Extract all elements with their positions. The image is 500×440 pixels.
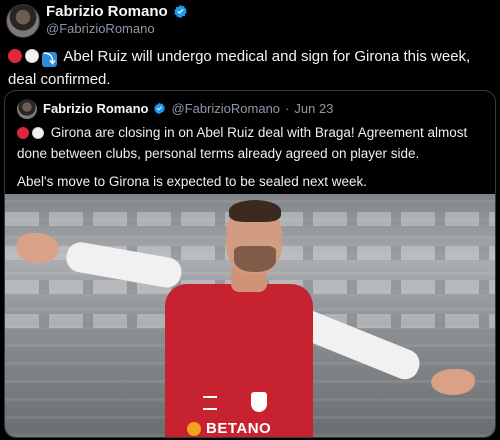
quoted-paragraph-1: Girona are closing in on Abel Ruiz deal … (17, 124, 487, 163)
quoted-author-name[interactable]: Fabrizio Romano (43, 101, 148, 116)
separator-dot: · (285, 101, 290, 116)
author-name-row: Fabrizio Romano (46, 3, 188, 20)
sponsor-text: BETANO (206, 420, 272, 437)
white-circle-icon (32, 126, 44, 145)
quoted-tweet[interactable]: Fabrizio Romano @FabrizioRomano · Jun 23… (4, 90, 496, 438)
tweet-text: ⤵ Abel Ruiz will undergo medical and sig… (8, 46, 494, 90)
arrow-right-icon: ⤵ (42, 52, 57, 67)
white-circle-icon (25, 48, 39, 69)
quoted-text: Girona are closing in on Abel Ruiz deal … (17, 124, 487, 202)
quoted-author-avatar[interactable] (17, 99, 37, 119)
author-avatar[interactable] (6, 4, 40, 38)
tweet-card: Fabrizio Romano @FabrizioRomano ⤵ Abel R… (0, 0, 500, 440)
player-hair (229, 200, 281, 222)
quoted-paragraph-1-text: Girona are closing in on Abel Ruiz deal … (17, 125, 468, 161)
author-name[interactable]: Fabrizio Romano (46, 3, 168, 20)
sponsor-icon (187, 421, 201, 436)
verified-badge-icon (154, 102, 166, 115)
quoted-date[interactable]: Jun 23 (294, 101, 333, 116)
player-left-hand (17, 233, 59, 263)
player-shirt (165, 284, 313, 437)
author-handle[interactable]: @FabrizioRomano (46, 21, 155, 36)
tweet-text-content: Abel Ruiz will undergo medical and sign … (8, 48, 471, 88)
quoted-author-handle[interactable]: @FabrizioRomano (171, 101, 280, 116)
red-circle-icon (8, 48, 22, 69)
player-right-hand (431, 369, 475, 395)
shirt-sponsor: BETANO (187, 420, 271, 437)
club-crest (251, 392, 267, 412)
tweet-photo[interactable]: BETANO (5, 194, 495, 437)
kit-brand-logo (203, 396, 217, 410)
player-beard (234, 246, 276, 272)
verified-badge-icon (173, 4, 187, 19)
quoted-author-row: Fabrizio Romano @FabrizioRomano · Jun 23 (43, 101, 333, 116)
red-circle-icon (17, 126, 29, 145)
quoted-paragraph-2: Abel's move to Girona is expected to be … (17, 174, 368, 189)
